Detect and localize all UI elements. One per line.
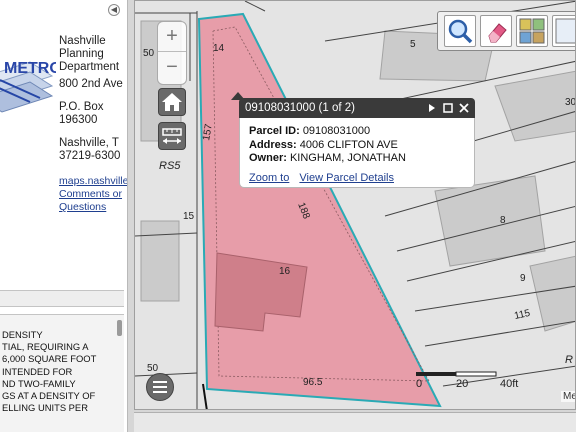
measure-button[interactable] xyxy=(158,122,186,150)
lot-label: 9 xyxy=(520,273,526,284)
measure-icon xyxy=(162,128,182,144)
metro-gis-logo: METRO GIS xyxy=(0,60,56,113)
zoom-control: + − xyxy=(157,21,187,85)
scale-label-mid: 20 xyxy=(456,378,468,390)
contact-line: 196300 xyxy=(59,114,98,126)
questions-link[interactable]: Questions xyxy=(59,201,127,214)
address-label: Address: xyxy=(249,138,297,151)
map-view[interactable]: 14 5 50 157 RS5 15 188 16 8 9 115 30 50 … xyxy=(134,0,576,410)
zoning-line: ELLING UNITS PER xyxy=(2,402,88,414)
zoning-line: INTENDED FOR xyxy=(2,365,73,377)
address-value: 4006 CLIFTON AVE xyxy=(299,138,398,151)
popup-body: Parcel ID: 09108031000 Address: 4006 CLI… xyxy=(239,118,475,188)
contact-line: 800 2nd Ave xyxy=(59,78,123,90)
zoning-line: ND TWO-FAMILY xyxy=(2,377,76,389)
popup-actions: Zoom to View Parcel Details xyxy=(249,172,474,186)
contact-line: Nashville, T xyxy=(59,137,119,149)
zoom-in-button[interactable]: + xyxy=(158,22,186,52)
lot-label: 115 xyxy=(513,308,531,322)
zoom-to-link[interactable]: Zoom to xyxy=(249,172,289,184)
close-icon[interactable] xyxy=(459,103,469,113)
collapse-sidebar-button[interactable]: ◀ xyxy=(108,4,120,16)
parcel-map[interactable]: 14 5 50 157 RS5 15 188 16 8 9 115 30 50 … xyxy=(135,1,576,410)
menu-icon xyxy=(153,381,167,393)
lot-label: 5 xyxy=(410,39,416,50)
zoning-line: GS AT A DENSITY OF xyxy=(2,390,96,402)
scale-bar: 0 20 40ft xyxy=(416,371,518,390)
zoning-description: DENSITY TIAL, REQUIRING A 6,000 SQUARE F… xyxy=(0,314,124,432)
lot-label: 15 xyxy=(183,211,195,222)
owner-row: Owner: KINGHAM, JONATHAN xyxy=(249,152,474,166)
zoning-line: 6,000 SQUARE FOOT xyxy=(2,353,97,365)
lot-label: 30 xyxy=(565,97,576,108)
building xyxy=(529,255,575,332)
zoning-label: RS5 xyxy=(159,160,181,172)
lot-label: 16 xyxy=(279,266,291,277)
contact-line: Department xyxy=(59,61,120,73)
map-toolbar xyxy=(437,11,575,51)
building xyxy=(140,220,180,302)
zoning-line: DENSITY xyxy=(2,329,43,340)
comments-link[interactable]: Comments or xyxy=(59,188,127,201)
zoning-scrollbar[interactable] xyxy=(117,320,122,336)
address-row: Address: 4006 CLIFTON AVE xyxy=(249,139,474,153)
identify-button[interactable] xyxy=(444,15,476,47)
bottom-panel xyxy=(134,412,576,432)
zoning-line: TIAL, REQUIRING A xyxy=(2,341,89,353)
more-tools-button[interactable] xyxy=(552,15,575,47)
scale-label-end: 40ft xyxy=(500,378,518,390)
map-attribution[interactable]: Me xyxy=(561,391,575,402)
home-icon xyxy=(162,93,182,111)
parcel-id-value: 09108031000 xyxy=(302,125,371,137)
owner-label: Owner: xyxy=(249,152,287,164)
maximize-icon[interactable] xyxy=(443,103,453,113)
popup-header: 09108031000 (1 of 2) xyxy=(239,98,475,118)
home-button[interactable] xyxy=(158,88,186,116)
scale-label-start: 0 xyxy=(416,378,422,390)
website-link[interactable]: maps.nashville xyxy=(59,175,127,188)
layers-menu-button[interactable] xyxy=(146,373,174,401)
contact-line: Nashville xyxy=(59,35,106,47)
contact-block: Nashville Planning Department 800 2nd Av… xyxy=(59,35,127,214)
eraser-icon xyxy=(488,23,507,43)
zoom-out-button[interactable]: − xyxy=(158,53,186,83)
clear-button[interactable] xyxy=(480,15,512,47)
logo-text: METRO GIS xyxy=(4,60,56,77)
lot-label: 14 xyxy=(213,43,225,54)
sidebar-section-header xyxy=(0,290,124,307)
contact-line: P.O. Box xyxy=(59,101,104,113)
contact-line: 37219-6300 xyxy=(59,150,121,162)
contact-line: Planning xyxy=(59,48,104,60)
popup-title: 09108031000 (1 of 2) xyxy=(245,102,355,114)
tools-icon xyxy=(555,18,575,44)
left-sidebar: ◀ METRO GIS Nashville Planning Departmen… xyxy=(0,0,128,432)
basemap-grid-icon xyxy=(519,18,545,44)
basemap-button[interactable] xyxy=(516,15,548,47)
lot-label: 96.5 xyxy=(303,377,323,388)
parcel-id-label: Parcel ID: xyxy=(249,125,300,137)
magnifier-icon xyxy=(448,19,473,44)
lot-label: R xyxy=(565,354,573,366)
view-parcel-details-link[interactable]: View Parcel Details xyxy=(299,172,394,184)
building xyxy=(494,70,575,142)
lot-label: 8 xyxy=(500,215,506,226)
parcel-id-row: Parcel ID: 09108031000 xyxy=(249,125,474,139)
lot-label: 50 xyxy=(143,48,155,59)
parcel-popup: 09108031000 (1 of 2) Parcel ID: 09108031… xyxy=(231,92,475,188)
owner-value: KINGHAM, JONATHAN xyxy=(289,152,406,164)
next-feature-icon[interactable] xyxy=(427,103,437,113)
